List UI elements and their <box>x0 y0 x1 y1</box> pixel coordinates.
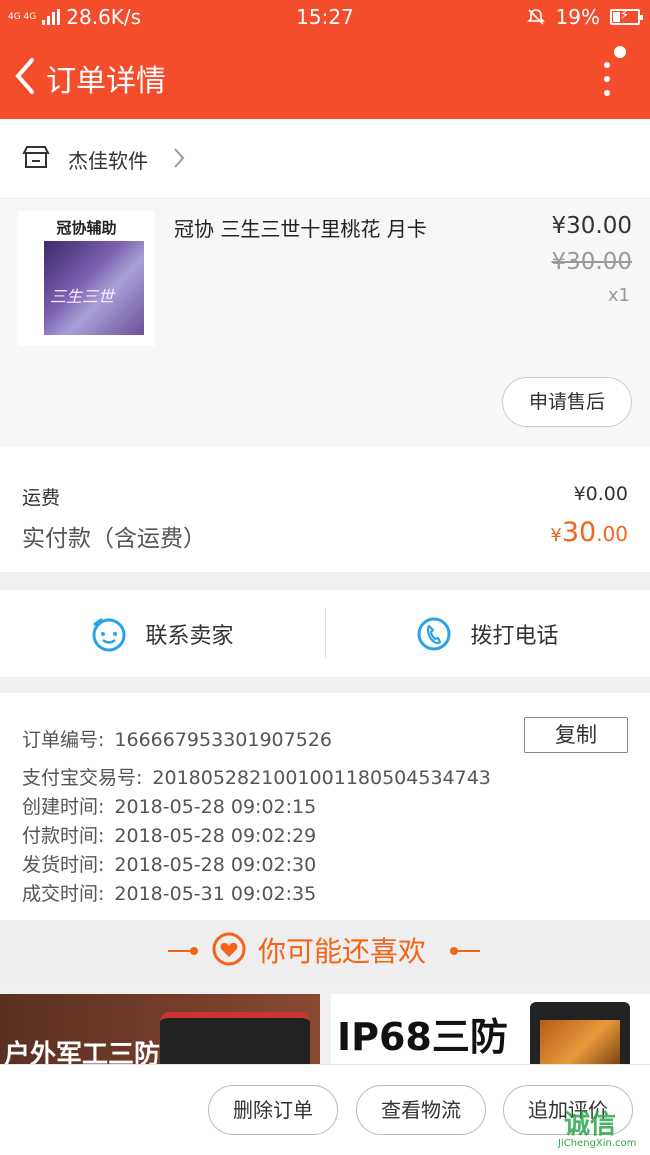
info-value: 2018052821001001180504534743 <box>152 767 491 789</box>
page-title: 订单详情 <box>46 64 166 99</box>
paid-currency: ¥ <box>550 525 562 546</box>
notification-dot <box>614 46 626 58</box>
watermark: 诚信 JiChengXin.com <box>534 1104 644 1152</box>
status-bar: 4G 4G 28.6K/s 15:27 19% ⚡ <box>0 0 650 34</box>
after-sale-button[interactable]: 申请售后 <box>502 377 632 427</box>
banner-left-text: 户外军工三防 <box>4 1040 161 1064</box>
thumbnail-artwork: 三生三世 <box>44 241 144 335</box>
product-name: 冠协 三生三世十里桃花 月卡 <box>174 217 427 241</box>
shop-name: 杰佳软件 <box>68 149 148 173</box>
info-key: 成交时间: <box>22 883 105 905</box>
product-original-price: ¥30.00 <box>551 249 632 275</box>
watermark-url: JiChengXin.com <box>558 1138 637 1149</box>
chat-face-icon <box>92 618 126 651</box>
decor-line-right <box>450 947 480 955</box>
product-item[interactable]: 冠协辅助 三生三世 冠协 三生三世十里桃花 月卡 ¥30.00 ¥30.00 x… <box>0 199 650 447</box>
decor-line-left <box>168 947 198 955</box>
copy-button[interactable]: 复制 <box>524 717 628 753</box>
battery-icon: ⚡ <box>610 8 643 25</box>
bell-muted-icon <box>526 9 545 25</box>
product-quantity: x1 <box>607 285 630 306</box>
info-value: 166667953301907526 <box>114 729 332 751</box>
fee-summary: 运费 ¥0.00 实付款（含运费） ¥30.00 <box>0 447 650 572</box>
heart-icon <box>212 932 246 966</box>
recommend-title: 你可能还喜欢 <box>258 935 427 968</box>
info-value: 2018-05-28 09:02:30 <box>114 854 317 876</box>
store-icon <box>22 146 50 168</box>
phone-icon <box>417 617 451 650</box>
recommend-header: 你可能还喜欢 <box>0 920 650 984</box>
info-row-order-number: 订单编号: 166667953301907526 <box>22 725 332 752</box>
contact-seller-button[interactable]: 联系卖家 <box>0 590 325 677</box>
more-menu-button[interactable] <box>600 46 630 106</box>
product-price: ¥30.00 <box>551 213 632 239</box>
back-arrow-icon[interactable] <box>10 54 40 98</box>
info-value: 2018-05-28 09:02:29 <box>114 825 317 847</box>
recommend-item-right[interactable]: IP68三防 <box>331 994 650 1064</box>
info-row-created: 创建时间: 2018-05-28 09:02:15 <box>22 792 316 819</box>
status-right: 19% ⚡ <box>526 5 643 29</box>
call-phone-button[interactable]: 拨打电话 <box>325 590 650 677</box>
title-bar: 订单详情 <box>0 34 650 119</box>
paid-integer: 30 <box>561 517 597 548</box>
rugged-phone-image <box>160 1012 310 1064</box>
delete-order-button[interactable]: 删除订单 <box>208 1085 338 1135</box>
info-row-alipay-number: 支付宝交易号: 2018052821001001180504534743 <box>22 763 491 790</box>
call-phone-label: 拨打电话 <box>470 623 559 649</box>
banner-right-text: IP68三防 <box>337 1015 508 1059</box>
info-value: 2018-05-28 09:02:15 <box>114 796 317 818</box>
info-key: 订单编号: <box>22 729 105 751</box>
thumbnail-caption: 冠协辅助 <box>56 219 117 237</box>
info-key: 发货时间: <box>22 854 105 876</box>
watermark-logo: 诚信 <box>564 1110 617 1140</box>
contact-bar: 联系卖家 拨打电话 <box>0 590 650 677</box>
product-thumbnail: 冠协辅助 三生三世 <box>18 211 155 346</box>
info-key: 创建时间: <box>22 796 105 818</box>
info-row-shipped: 发货时间: 2018-05-28 09:02:30 <box>22 850 316 877</box>
shipping-value: ¥0.00 <box>573 483 628 505</box>
paid-decimal: .00 <box>596 522 628 546</box>
shipping-label: 运费 <box>22 487 61 509</box>
phone-image <box>530 1002 630 1064</box>
paid-amount: ¥30.00 <box>550 517 628 548</box>
info-key: 支付宝交易号: <box>22 767 143 789</box>
recommend-item-left[interactable]: 户外军工三防 <box>0 994 320 1064</box>
paid-label: 实付款（含运费） <box>22 526 206 552</box>
contact-seller-label: 联系卖家 <box>145 623 234 649</box>
thumbnail-art-text: 三生三世 <box>50 287 115 306</box>
battery-percent: 19% <box>555 5 600 29</box>
order-info: 订单编号: 166667953301907526 支付宝交易号: 201805282… <box>0 693 650 920</box>
chevron-right-icon <box>174 148 185 168</box>
shop-row[interactable]: 杰佳软件 <box>0 119 650 199</box>
info-value: 2018-05-31 09:02:35 <box>114 883 317 905</box>
view-logistics-button[interactable]: 查看物流 <box>356 1085 486 1135</box>
info-key: 付款时间: <box>22 825 105 847</box>
info-row-paid: 付款时间: 2018-05-28 09:02:29 <box>22 821 316 848</box>
info-row-completed: 成交时间: 2018-05-31 09:02:35 <box>22 879 316 906</box>
recommend-banners: 户外军工三防 IP68三防 <box>0 994 650 1064</box>
